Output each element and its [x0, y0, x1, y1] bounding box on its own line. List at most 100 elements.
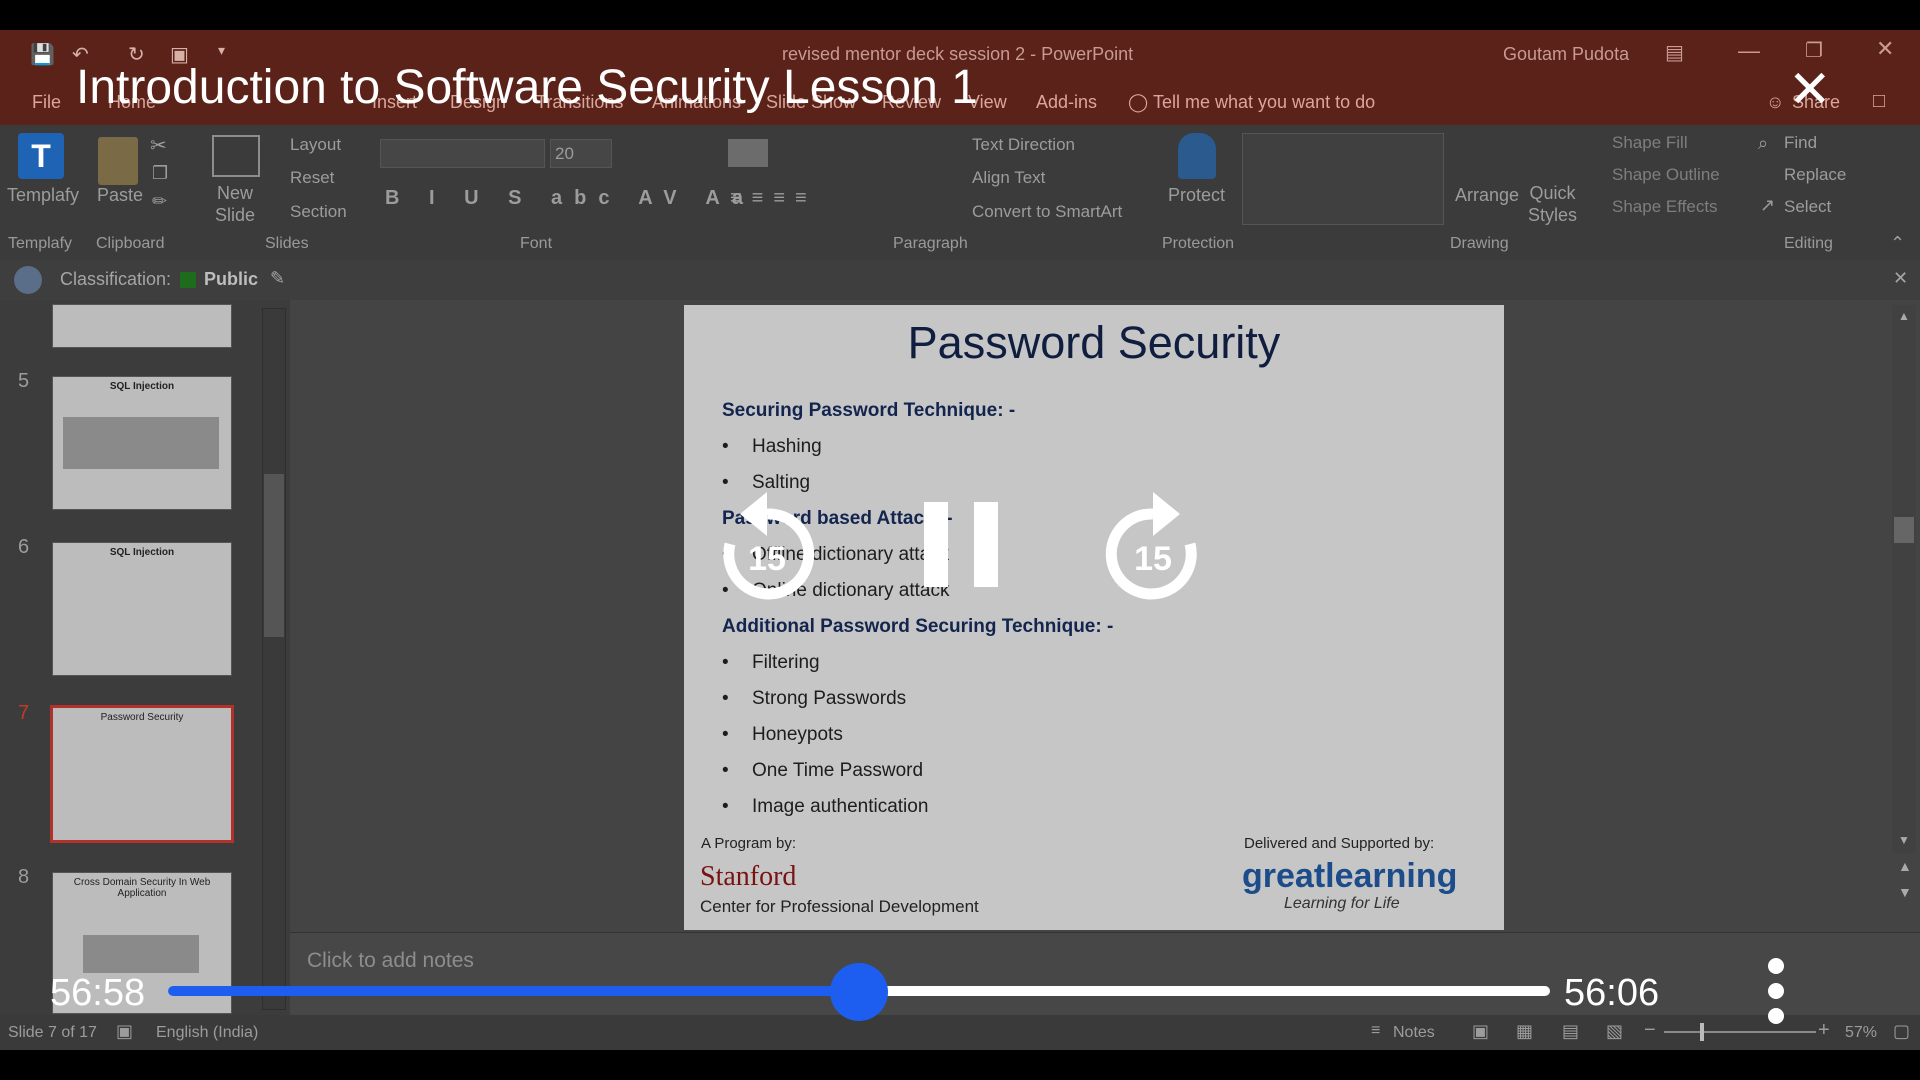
- zoom-slider[interactable]: [1664, 1023, 1816, 1041]
- paste-icon[interactable]: [98, 137, 138, 185]
- tab-add-ins[interactable]: Add-ins: [1036, 92, 1097, 113]
- notes-toggle[interactable]: Notes: [1393, 1024, 1435, 1042]
- notes-pane[interactable]: Click to add notes: [290, 932, 1920, 1016]
- font-size-box[interactable]: 20: [550, 139, 612, 168]
- slide-title: Password Security: [907, 317, 1281, 368]
- share-icon[interactable]: ☺: [1766, 92, 1784, 113]
- collapse-ribbon-icon[interactable]: ⌃: [1890, 233, 1905, 254]
- group-font: Font: [520, 235, 553, 252]
- select-button[interactable]: Select: [1784, 197, 1831, 217]
- thumbnail-title: SQL Injection: [109, 547, 175, 558]
- cut-icon[interactable]: ✂: [150, 133, 167, 158]
- new-slide-button[interactable]: New Slide: [205, 182, 265, 226]
- close-video-icon[interactable]: ✕: [1788, 60, 1832, 120]
- lock-icon[interactable]: [1178, 133, 1216, 179]
- lightbulb-icon: ◯: [1128, 92, 1149, 112]
- thumbnail-scrollbar[interactable]: [262, 308, 286, 1010]
- next-slide-icon[interactable]: ▼: [1898, 884, 1912, 900]
- rewind-button[interactable]: 15: [712, 486, 822, 606]
- shape-outline-button[interactable]: Shape Outline: [1612, 165, 1720, 185]
- thumbnail-slide-7-selected[interactable]: Password Security: [50, 705, 234, 843]
- program-by-label: A Program by:: [701, 835, 797, 852]
- thumbnail-title: Password Security: [100, 712, 184, 723]
- group-paragraph: Paragraph: [893, 235, 968, 252]
- scroll-down-icon[interactable]: ▼: [1898, 833, 1910, 847]
- font-format-row[interactable]: B I U S abc AV Aa: [385, 187, 755, 210]
- arrange-button[interactable]: Arrange: [1455, 185, 1519, 206]
- zoom-in-icon[interactable]: +: [1818, 1019, 1830, 1042]
- replace-button[interactable]: Replace: [1784, 165, 1846, 185]
- slide-scrollbar[interactable]: ▲ ▼: [1892, 305, 1916, 853]
- zoom-slider-thumb[interactable]: [1700, 1023, 1704, 1041]
- fit-to-window-icon[interactable]: ▢: [1893, 1021, 1910, 1042]
- layout-button[interactable]: Layout: [290, 135, 341, 155]
- templafy-button[interactable]: Templafy: [7, 185, 79, 206]
- align-row[interactable]: ≡≡≡≡: [730, 187, 817, 210]
- slide-sorter-icon[interactable]: ▦: [1516, 1021, 1533, 1042]
- pause-button[interactable]: [922, 502, 1000, 587]
- thumbnail-slide-6[interactable]: SQL Injection: [52, 542, 232, 676]
- save-icon[interactable]: 💾: [30, 42, 55, 67]
- thumbnail-slide-4[interactable]: [52, 304, 232, 348]
- slide-bullet: • Filtering: [722, 652, 820, 673]
- quick-styles-button[interactable]: Quick Styles: [1528, 182, 1577, 226]
- edit-pencil-icon[interactable]: ✎: [270, 268, 285, 289]
- align-text-button[interactable]: Align Text: [972, 168, 1045, 188]
- previous-slide-icon[interactable]: ▲: [1898, 858, 1912, 874]
- bullets-icon[interactable]: [728, 139, 768, 167]
- protect-button[interactable]: Protect: [1168, 185, 1225, 206]
- find-icon: ⌕: [1758, 133, 1769, 153]
- more-options-icon[interactable]: [1766, 958, 1786, 1026]
- seek-bar-handle[interactable]: [830, 963, 888, 1021]
- group-clipboard: Clipboard: [96, 235, 165, 252]
- zoom-out-icon[interactable]: −: [1644, 1019, 1656, 1042]
- thumbnail-scrollbar-thumb[interactable]: [264, 474, 284, 637]
- user-name[interactable]: Goutam Pudota: [1503, 44, 1629, 65]
- slide-bullet: • One Time Password: [722, 760, 924, 781]
- spellcheck-icon[interactable]: ▣: [116, 1021, 133, 1042]
- close-classification-icon[interactable]: ✕: [1893, 268, 1908, 289]
- normal-view-icon[interactable]: ▣: [1472, 1021, 1489, 1042]
- templafy-icon[interactable]: T: [18, 133, 64, 179]
- notes-icon: ≡: [1371, 1022, 1381, 1039]
- shapes-gallery[interactable]: [1242, 133, 1444, 225]
- tab-file[interactable]: File: [32, 92, 61, 113]
- section-button[interactable]: Section: [290, 202, 347, 222]
- minimize-icon[interactable]: —: [1738, 38, 1760, 64]
- slide-thumbnails-pane: 5 SQL Injection 6 SQL Injection 7 Passwo…: [0, 300, 290, 1015]
- rewind-seconds: 15: [748, 540, 786, 578]
- format-painter-icon[interactable]: ✏: [152, 191, 167, 212]
- forward-button[interactable]: 15: [1098, 486, 1208, 606]
- close-window-icon[interactable]: ✕: [1876, 36, 1894, 62]
- new-slide-icon[interactable]: [212, 135, 260, 177]
- comments-icon[interactable]: □: [1873, 90, 1885, 113]
- paste-button[interactable]: Paste: [97, 185, 143, 206]
- shape-effects-button[interactable]: Shape Effects: [1612, 197, 1718, 217]
- shape-fill-button[interactable]: Shape Fill: [1612, 133, 1688, 153]
- slideshow-view-icon[interactable]: ▧: [1606, 1021, 1623, 1042]
- zoom-level[interactable]: 57%: [1845, 1024, 1877, 1042]
- thumbnail-slide-5[interactable]: SQL Injection: [52, 376, 232, 510]
- language-indicator[interactable]: English (India): [156, 1024, 258, 1042]
- notes-placeholder: Click to add notes: [307, 949, 474, 972]
- ribbon-display-options-icon[interactable]: ▤: [1665, 40, 1684, 65]
- group-slides: Slides: [265, 235, 309, 252]
- reset-button[interactable]: Reset: [290, 168, 334, 188]
- text-direction-button[interactable]: Text Direction: [972, 135, 1075, 155]
- ribbon: T Templafy Paste ✂ ❐ ✏ New Slide Layout …: [0, 125, 1920, 260]
- current-slide[interactable]: Password Security Securing Password Tech…: [684, 305, 1504, 930]
- font-name-box[interactable]: [380, 139, 545, 168]
- slide-scrollbar-thumb[interactable]: [1894, 517, 1914, 543]
- tell-me-box[interactable]: Tell me what you want to do: [1153, 92, 1375, 113]
- convert-smartart-button[interactable]: Convert to SmartArt: [972, 202, 1122, 222]
- group-protection: Protection: [1162, 235, 1235, 252]
- customize-qat-icon[interactable]: ▾: [218, 42, 225, 59]
- find-button[interactable]: Find: [1784, 133, 1817, 153]
- status-bar: Slide 7 of 17 ▣ English (India) ≡ Notes …: [0, 1015, 1920, 1050]
- scroll-up-icon[interactable]: ▲: [1898, 309, 1910, 323]
- classification-label: Classification:: [60, 269, 172, 289]
- copy-icon[interactable]: ❐: [152, 163, 168, 184]
- classification-value[interactable]: Public: [204, 269, 258, 290]
- reading-view-icon[interactable]: ▤: [1562, 1021, 1579, 1042]
- slide-bullet: • Strong Passwords: [722, 688, 907, 709]
